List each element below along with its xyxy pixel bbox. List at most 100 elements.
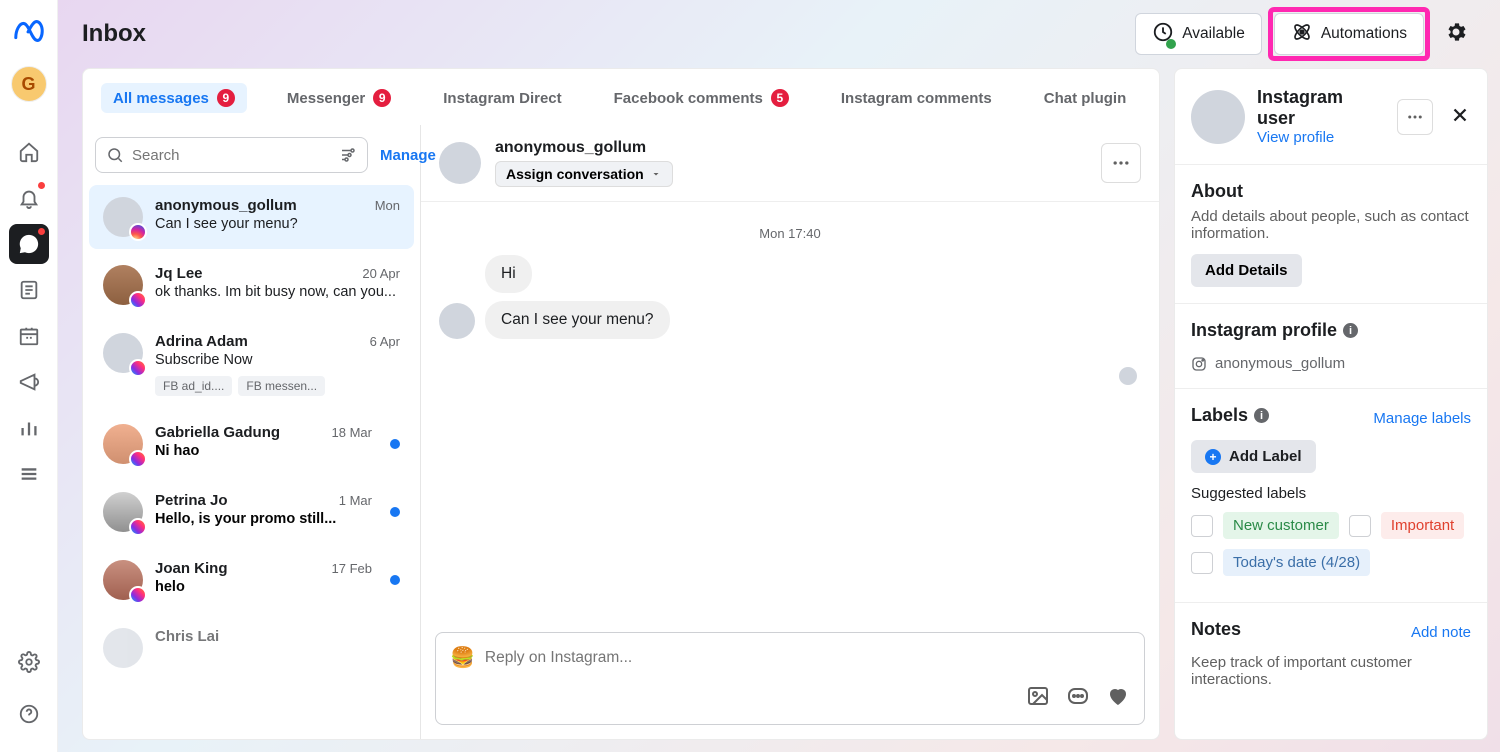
org-avatar[interactable]: G: [11, 66, 47, 102]
tab-messenger[interactable]: Messenger 9: [275, 83, 403, 113]
emoji-icon: 🍔: [450, 645, 475, 670]
label-today[interactable]: Today's date (4/28): [1223, 549, 1370, 576]
avatar: [103, 265, 143, 305]
reply-input[interactable]: [485, 649, 1130, 667]
settings-icon[interactable]: [1436, 12, 1476, 56]
conversation-item[interactable]: Chris Lai: [89, 616, 414, 680]
info-icon[interactable]: i: [1254, 408, 1269, 423]
messenger-icon: [129, 359, 147, 377]
label-checkbox[interactable]: [1191, 515, 1213, 537]
conv-name: Jq Lee: [155, 265, 203, 282]
conversation-item[interactable]: Jq Lee 20 Apr ok thanks. Im bit busy now,…: [89, 253, 414, 317]
add-label-text: Add Label: [1229, 448, 1302, 465]
label-new-customer[interactable]: New customer: [1223, 512, 1339, 539]
tab-facebook-comments[interactable]: Facebook comments 5: [602, 83, 801, 113]
view-profile-link[interactable]: View profile: [1257, 129, 1385, 146]
conv-time: 18 Mar: [332, 425, 372, 440]
tab-instagram-direct[interactable]: Instagram Direct: [431, 83, 573, 113]
nav-calendar[interactable]: [9, 316, 49, 356]
instagram-icon: [1191, 356, 1207, 372]
filter-icon[interactable]: [339, 146, 357, 164]
add-note-link[interactable]: Add note: [1411, 624, 1471, 641]
avatar: [103, 333, 143, 373]
page-title: Inbox: [82, 20, 1123, 48]
conversation-item[interactable]: Adrina Adam6 Apr Subscribe Now FB ad_id.…: [89, 321, 414, 408]
add-label-button[interactable]: + Add Label: [1191, 440, 1316, 473]
tab-chat-plugin[interactable]: Chat plugin: [1032, 83, 1139, 113]
assign-conversation-button[interactable]: Assign conversation: [495, 161, 673, 187]
conv-preview: Ni hao: [155, 443, 372, 459]
profile-title: Instagram user: [1257, 87, 1385, 129]
nav-insights[interactable]: [9, 408, 49, 448]
conv-tag: FB messen...: [238, 376, 325, 396]
tab-all-messages[interactable]: All messages 9: [101, 83, 247, 113]
available-button[interactable]: Available: [1135, 13, 1262, 55]
instagram-icon: [129, 223, 147, 241]
conv-time: 20 Apr: [362, 266, 400, 281]
notes-desc: Keep track of important customer interac…: [1191, 654, 1471, 688]
conv-tag: FB ad_id....: [155, 376, 232, 396]
close-icon[interactable]: [1449, 104, 1471, 130]
saved-reply-icon[interactable]: [1066, 684, 1090, 712]
nav-menu[interactable]: [9, 454, 49, 494]
tab-label: Instagram comments: [841, 90, 992, 107]
avatar: [103, 492, 143, 532]
message-bubble: Can I see your menu?: [485, 301, 670, 339]
nav-notifications[interactable]: [9, 178, 49, 218]
conv-preview: Subscribe Now: [155, 352, 400, 368]
messenger-icon: [129, 518, 147, 536]
message-avatar: [439, 303, 475, 339]
conv-name: Adrina Adam: [155, 333, 248, 350]
assign-label: Assign conversation: [506, 166, 644, 182]
messenger-icon: [129, 450, 147, 468]
add-details-button[interactable]: Add Details: [1191, 254, 1302, 287]
notes-heading: Notes: [1191, 619, 1241, 640]
unread-dot: [390, 575, 400, 585]
label-checkbox[interactable]: [1191, 552, 1213, 574]
tab-label: Chat plugin: [1044, 90, 1127, 107]
conv-time: 1 Mar: [339, 493, 372, 508]
profile-more-button[interactable]: [1397, 99, 1433, 135]
conv-name: anonymous_gollum: [155, 197, 297, 214]
search-input[interactable]: [132, 147, 331, 164]
conversation-item[interactable]: Petrina Jo1 Mar Hello, is your promo sti…: [89, 480, 414, 544]
about-heading: About: [1191, 181, 1471, 202]
tab-instagram-comments[interactable]: Instagram comments: [829, 83, 1004, 113]
search-box[interactable]: [95, 137, 368, 173]
atom-icon: [1291, 21, 1313, 48]
reply-box[interactable]: 🍔: [435, 632, 1145, 725]
conv-preview: ok thanks. Im bit busy now, can you...: [155, 284, 400, 300]
nav-ads[interactable]: [9, 362, 49, 402]
automations-button[interactable]: Automations: [1274, 13, 1424, 55]
nav-home[interactable]: [9, 132, 49, 172]
chevron-down-icon: [650, 168, 662, 180]
image-icon[interactable]: [1026, 684, 1050, 712]
nav-settings[interactable]: [9, 642, 49, 682]
thread-avatar: [439, 142, 481, 184]
ig-profile-heading: Instagram profile: [1191, 320, 1337, 341]
tab-badge: 9: [373, 89, 391, 107]
label-important[interactable]: Important: [1381, 512, 1464, 539]
nav-help[interactable]: [9, 694, 49, 734]
label-checkbox[interactable]: [1349, 515, 1371, 537]
messenger-icon: [129, 291, 147, 309]
conv-name: Gabriella Gadung: [155, 424, 280, 441]
conversation-item[interactable]: Joan King17 Feb helo: [89, 548, 414, 612]
conv-preview: helo: [155, 579, 372, 595]
conversation-item[interactable]: anonymous_gollumMon Can I see your menu?: [89, 185, 414, 249]
info-icon[interactable]: i: [1343, 323, 1358, 338]
nav-inbox[interactable]: [9, 224, 49, 264]
suggested-heading: Suggested labels: [1191, 485, 1471, 502]
plus-icon: +: [1205, 449, 1221, 465]
heart-icon[interactable]: [1106, 684, 1130, 712]
tab-badge: 9: [217, 89, 235, 107]
about-desc: Add details about people, such as contac…: [1191, 208, 1471, 242]
message-bubble: Hi: [485, 255, 532, 293]
meta-logo[interactable]: [12, 14, 46, 52]
manage-labels-link[interactable]: Manage labels: [1373, 410, 1471, 427]
thread-more-button[interactable]: [1101, 143, 1141, 183]
conversation-item[interactable]: Gabriella Gadung 18 Mar Ni hao: [89, 412, 414, 476]
message-timestamp: Mon 17:40: [439, 226, 1141, 241]
nav-posts[interactable]: [9, 270, 49, 310]
tab-label: Messenger: [287, 90, 365, 107]
